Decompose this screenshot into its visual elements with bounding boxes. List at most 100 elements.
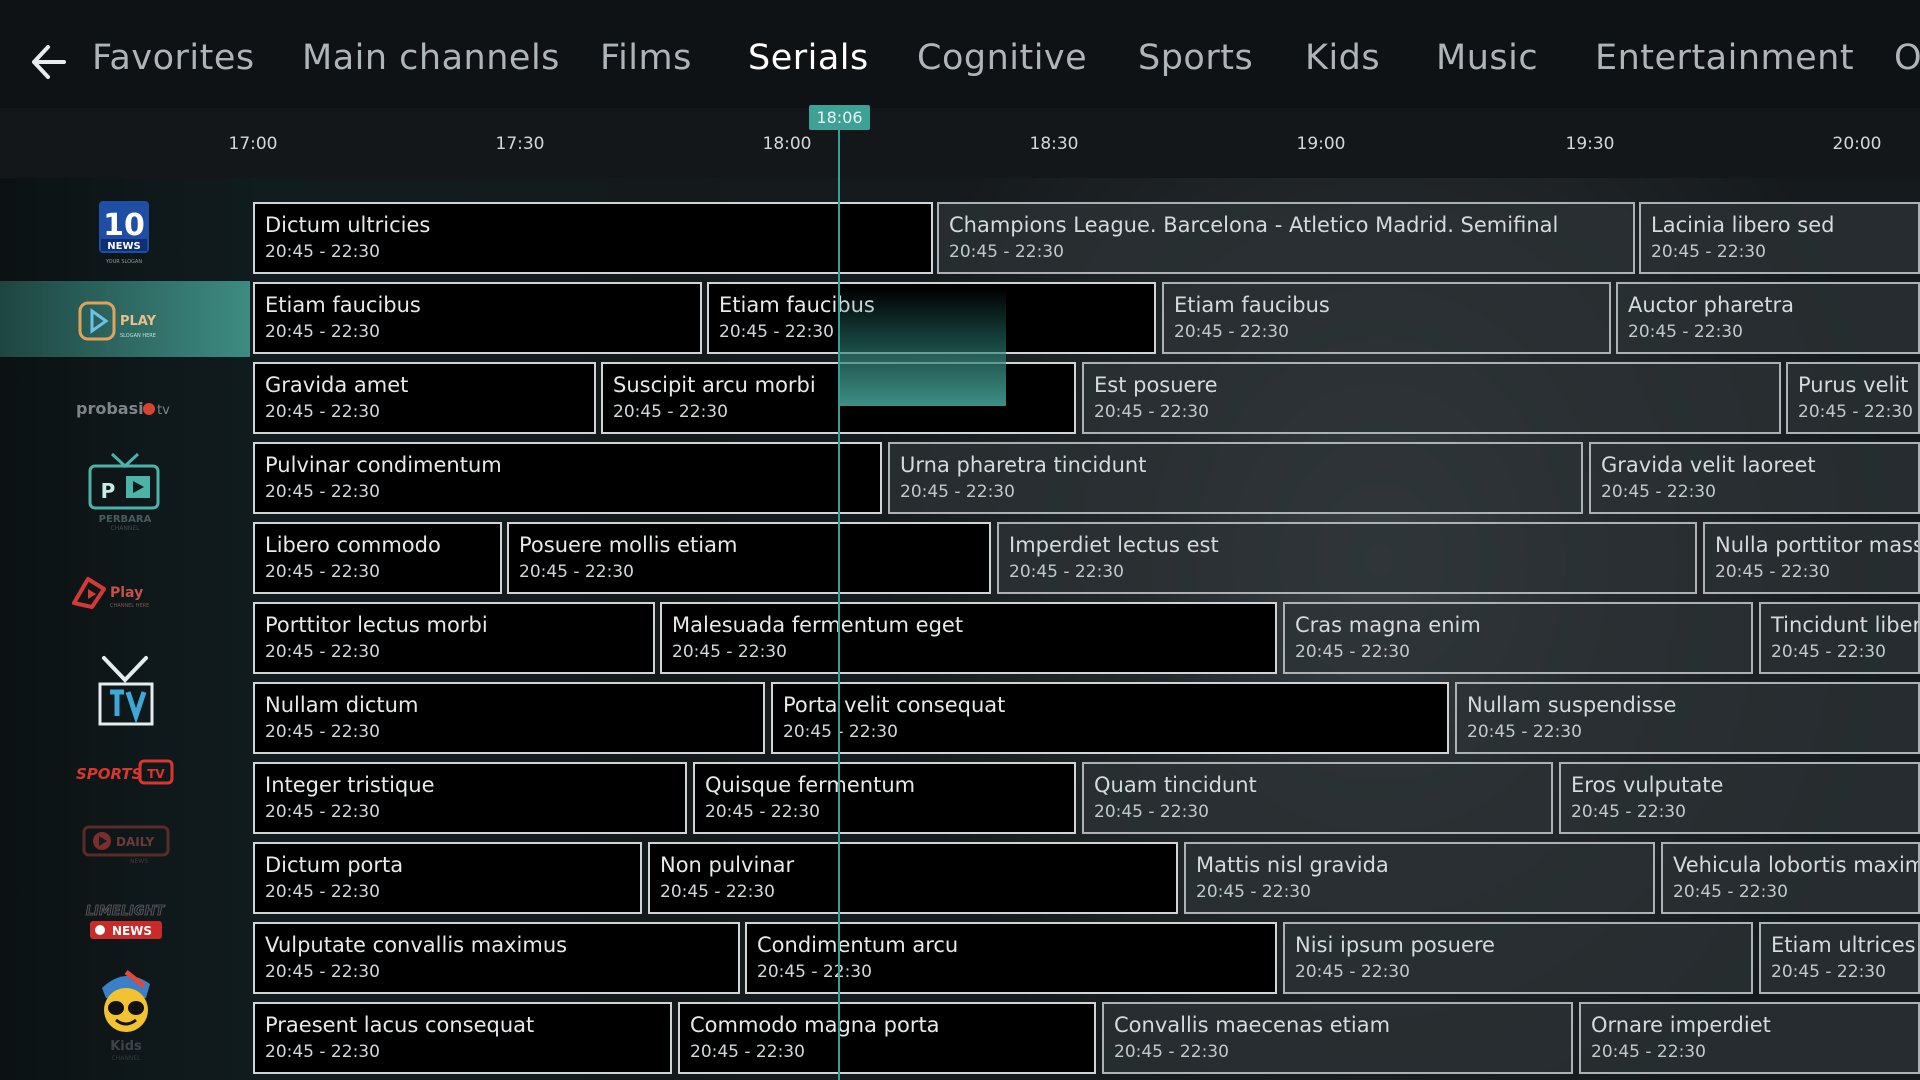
program-title: Dictum porta — [265, 853, 404, 877]
program-cell[interactable]: Pulvinar condimentum 20:45 - 22:30 — [253, 442, 882, 514]
logo-word-text: probasi — [76, 399, 144, 418]
program-title: Est posuere — [1094, 373, 1218, 397]
program-cell[interactable]: Gravida amet 20:45 - 22:30 — [253, 362, 596, 434]
channel-tv[interactable] — [0, 650, 250, 726]
logo-word-text: NEWS — [107, 241, 140, 252]
program-title: Vehicula lobortis maxim — [1673, 853, 1920, 877]
program-title: Porttitor lectus morbi — [265, 613, 488, 637]
program-cell[interactable]: Champions League. Barcelona - Atletico M… — [937, 202, 1635, 274]
program-cell[interactable]: Condimentum arcu 20:45 - 22:30 — [745, 922, 1277, 994]
program-cell[interactable]: Posuere mollis etiam 20:45 - 22:30 — [507, 522, 991, 594]
program-cell[interactable]: Gravida velit laoreet 20:45 - 22:30 — [1589, 442, 1920, 514]
program-cell[interactable]: Non pulvinar 20:45 - 22:30 — [648, 842, 1178, 914]
logo-word-text: SPORTS — [76, 765, 142, 783]
program-time: 20:45 - 22:30 — [690, 1042, 805, 1062]
tab-films[interactable]: Films — [600, 38, 692, 78]
program-cell[interactable]: Malesuada fermentum eget 20:45 - 22:30 — [660, 602, 1277, 674]
program-title: Nullam suspendisse — [1467, 693, 1677, 717]
program-title: Lacinia libero sed — [1651, 213, 1835, 237]
program-cell[interactable]: Est posuere 20:45 - 22:30 — [1082, 362, 1781, 434]
program-cell[interactable]: Nullam suspendisse 20:45 - 22:30 — [1455, 682, 1920, 754]
program-cell[interactable]: Praesent lacus consequat 20:45 - 22:30 — [253, 1002, 672, 1074]
channel-kids[interactable]: Kids CHANNEL — [0, 968, 250, 1068]
logo-tag-text: CHANNEL — [111, 525, 141, 532]
program-title: Vulputate convallis maximus — [265, 933, 568, 957]
program-title: Etiam faucibus — [265, 293, 421, 317]
program-title: Quam tincidunt — [1094, 773, 1257, 797]
program-title: Gravida amet — [265, 373, 409, 397]
program-cell[interactable]: Lacinia libero sed 20:45 - 22:30 — [1639, 202, 1920, 274]
channel-probasic[interactable]: probasi tv — [0, 367, 250, 443]
program-cell[interactable]: Urna pharetra tincidunt 20:45 - 22:30 — [888, 442, 1583, 514]
time-tick: 17:30 — [495, 134, 545, 154]
program-cell[interactable]: Porta velit consequat 20:45 - 22:30 — [771, 682, 1449, 754]
program-cell[interactable]: Quisque fermentum 20:45 - 22:30 — [693, 762, 1076, 834]
program-cell[interactable]: Ornare imperdiet 20:45 - 22:30 — [1579, 1002, 1920, 1074]
category-nav: Favorites Main channels Films Serials Co… — [0, 0, 1920, 108]
program-cell[interactable]: Nulla porttitor mass 20:45 - 22:30 — [1703, 522, 1920, 594]
program-title: Posuere mollis etiam — [519, 533, 738, 557]
program-cell[interactable]: Dictum ultricies 20:45 - 22:30 — [253, 202, 933, 274]
channel-play[interactable]: PLAY SLOGAN HERE — [0, 281, 250, 357]
time-tick: 18:00 — [762, 134, 812, 154]
tab-music[interactable]: Music — [1436, 38, 1538, 78]
program-title: Quisque fermentum — [705, 773, 916, 797]
channel-daily-news[interactable]: DAILY NEWS — [0, 801, 250, 877]
channel-news10[interactable]: 10 NEWS YOUR SLOGAN — [0, 195, 250, 271]
channel-sports-tv[interactable]: SPORTS TV — [0, 731, 250, 807]
program-title: Pulvinar condimentum — [265, 453, 502, 477]
program-cell[interactable]: Auctor pharetra 20:45 - 22:30 — [1616, 282, 1920, 354]
program-cell[interactable]: Libero commodo 20:45 - 22:30 — [253, 522, 502, 594]
tab-serials[interactable]: Serials — [748, 38, 869, 78]
program-time: 20:45 - 22:30 — [1174, 322, 1289, 342]
program-title: Nullam dictum — [265, 693, 419, 717]
logo-letter-text: P — [101, 479, 116, 503]
tab-more[interactable]: O — [1894, 38, 1920, 78]
program-cell[interactable]: Integer tristique 20:45 - 22:30 — [253, 762, 687, 834]
logo-word-text: DAILY — [116, 835, 154, 849]
perbara-channel-logo: P PERBARA CHANNEL — [88, 452, 160, 532]
program-cell[interactable]: Etiam faucibus 20:45 - 22:30 — [1162, 282, 1611, 354]
program-time: 20:45 - 22:30 — [1771, 962, 1886, 982]
tab-kids[interactable]: Kids — [1305, 38, 1380, 78]
logo-word-text: PLAY — [120, 314, 157, 329]
program-cell[interactable]: Etiam faucibus 20:45 - 22:30 — [253, 282, 702, 354]
back-arrow-icon[interactable] — [28, 42, 68, 82]
program-cell[interactable]: Imperdiet lectus est 20:45 - 22:30 — [997, 522, 1697, 594]
program-cell[interactable]: Cras magna enim 20:45 - 22:30 — [1283, 602, 1753, 674]
tab-sports[interactable]: Sports — [1138, 38, 1253, 78]
tab-cognitive[interactable]: Cognitive — [917, 38, 1087, 78]
program-cell[interactable]: Commodo magna porta 20:45 - 22:30 — [678, 1002, 1096, 1074]
program-cell[interactable]: Convallis maecenas etiam 20:45 - 22:30 — [1102, 1002, 1573, 1074]
program-title: Convallis maecenas etiam — [1114, 1013, 1391, 1037]
program-cell[interactable]: Purus velit 20:45 - 22:30 — [1786, 362, 1920, 434]
program-cell[interactable]: Dictum porta 20:45 - 22:30 — [253, 842, 642, 914]
program-cell[interactable]: Etiam ultrices 20:45 - 22:30 — [1759, 922, 1920, 994]
program-title: Mattis nisl gravida — [1196, 853, 1389, 877]
tab-main-channels[interactable]: Main channels — [302, 38, 560, 78]
kids-channel-logo: Kids CHANNEL — [102, 970, 150, 1062]
program-title: Urna pharetra tincidunt — [900, 453, 1147, 477]
tab-entertainment[interactable]: Entertainment — [1595, 38, 1854, 78]
play-red-logo: Play CHANNEL HERE — [72, 577, 149, 609]
program-cell[interactable]: Nisi ipsum posuere 20:45 - 22:30 — [1283, 922, 1753, 994]
channel-limelight-news[interactable]: LIMELIGHT NEWS — [0, 881, 250, 957]
channel-play-red[interactable]: Play CHANNEL HERE — [0, 555, 250, 631]
program-time: 20:45 - 22:30 — [1094, 802, 1209, 822]
daily-news-logo: DAILY NEWS — [82, 825, 170, 865]
program-cell[interactable]: Mattis nisl gravida 20:45 - 22:30 — [1184, 842, 1655, 914]
tv-guide-screen: Favorites Main channels Films Serials Co… — [0, 0, 1920, 1080]
program-cell[interactable]: Eros vulputate 20:45 - 22:30 — [1559, 762, 1920, 834]
program-cell[interactable]: Etiam faucibus 20:45 - 22:30 — [707, 282, 1156, 354]
program-cell[interactable]: Quam tincidunt 20:45 - 22:30 — [1082, 762, 1553, 834]
program-title: Purus velit — [1798, 373, 1909, 397]
program-title: Etiam faucibus — [1174, 293, 1330, 317]
program-cell[interactable]: Porttitor lectus morbi 20:45 - 22:30 — [253, 602, 655, 674]
program-cell[interactable]: Tincidunt liber 20:45 - 22:30 — [1759, 602, 1920, 674]
program-cell[interactable]: Vehicula lobortis maxim 20:45 - 22:30 — [1661, 842, 1920, 914]
program-title: Porta velit consequat — [783, 693, 1006, 717]
tab-favorites[interactable]: Favorites — [92, 38, 255, 78]
program-cell[interactable]: Vulputate convallis maximus 20:45 - 22:30 — [253, 922, 740, 994]
program-cell[interactable]: Nullam dictum 20:45 - 22:30 — [253, 682, 765, 754]
channel-perbara[interactable]: P PERBARA CHANNEL — [0, 452, 250, 532]
